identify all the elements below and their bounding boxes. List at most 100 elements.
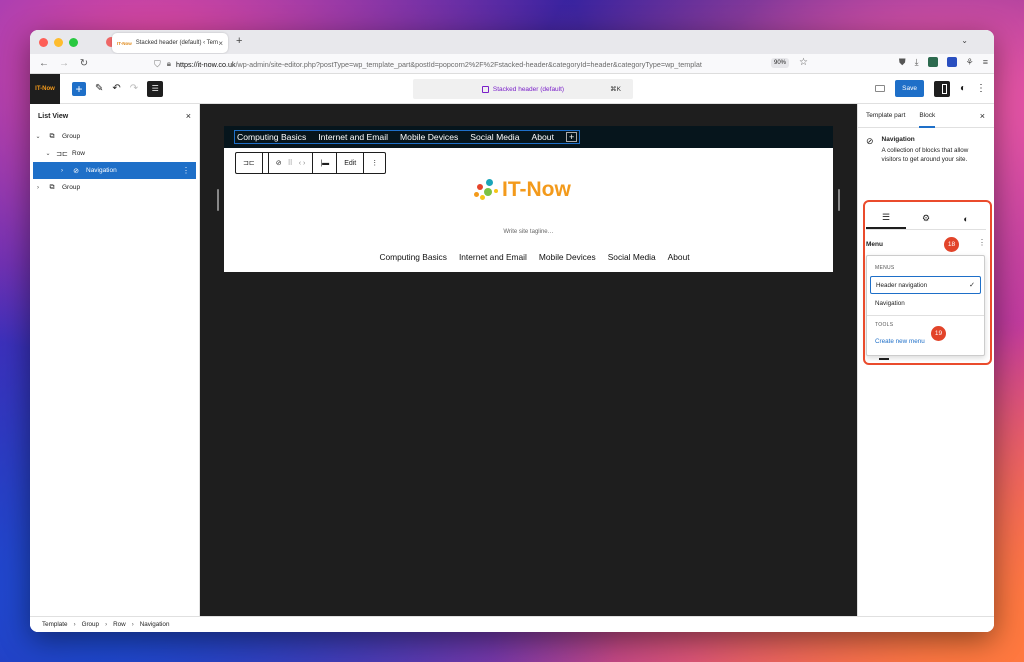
app-menu-icon[interactable]: ≡	[983, 57, 988, 68]
resize-handle-right[interactable]	[838, 189, 840, 211]
site-title[interactable]: IT-Now	[502, 178, 571, 202]
extensions-puzzle-icon[interactable]: ⚘	[966, 57, 974, 68]
minimize-window-button[interactable]	[54, 37, 63, 47]
block-toolbar: ⊐⊏ ⊘ ⠿ ‹ › |▬ Edit ⋮	[235, 152, 387, 174]
list-view-header: List View ×	[30, 104, 199, 128]
pencil-icon[interactable]: ✎	[95, 83, 103, 94]
command-palette-button[interactable]: Stacked header (default) ⌘K	[413, 79, 633, 99]
editor-canvas: Computing Basics Internet and Email Mobi…	[200, 104, 857, 632]
drag-handle-icon[interactable]: ⠿	[288, 159, 293, 167]
extension-icon-2[interactable]	[946, 57, 957, 67]
nav-link[interactable]: Mobile Devices	[539, 252, 596, 262]
navigation-compass-icon: ⊘	[866, 136, 874, 146]
list-item-label: Group	[62, 184, 81, 191]
download-icon[interactable]: ⤓	[915, 57, 919, 68]
styles-half-circle-icon[interactable]: ◐	[960, 83, 966, 94]
breadcrumb-item[interactable]: Group	[82, 621, 100, 628]
save-button[interactable]: Save	[895, 80, 924, 97]
block-description: A collection of blocks that allow visito…	[881, 147, 969, 163]
sidebar-tabs: Template part Block ×	[858, 104, 994, 128]
nav-link[interactable]: Internet and Email	[318, 132, 388, 142]
bottom-navigation: Computing Basics Internet and Email Mobi…	[224, 252, 833, 262]
site-logo[interactable]: IT-Now	[474, 178, 571, 202]
shield-icon[interactable]: ⛉	[154, 59, 161, 70]
list-item-group[interactable]: ⌄ ⧉ Group	[30, 128, 199, 145]
close-window-button[interactable]	[39, 37, 48, 47]
nav-link[interactable]: Computing Basics	[237, 132, 306, 142]
move-arrows-icon[interactable]: ‹ ›	[299, 160, 306, 167]
chevron-right-icon[interactable]: ›	[34, 185, 42, 191]
breadcrumb-item[interactable]: Template	[42, 621, 68, 628]
site-tagline[interactable]: Write site tagline…	[224, 229, 833, 235]
chevron-right-icon: ›	[105, 621, 108, 628]
forward-arrow-icon[interactable]: →	[58, 58, 70, 69]
browser-tab-active[interactable]: IT-Now Stacked header (default) ‹ Tem ×	[112, 33, 228, 53]
reload-icon[interactable]: ↻	[78, 58, 90, 69]
list-item-label: Row	[72, 150, 86, 157]
chevron-right-icon: ›	[73, 621, 76, 628]
list-item-label: Navigation	[86, 167, 117, 174]
nav-link[interactable]: Internet and Email	[459, 252, 527, 262]
chevron-right-icon: ›	[131, 621, 134, 628]
list-view-close-icon[interactable]: ×	[186, 111, 191, 121]
breadcrumb-item[interactable]: Navigation	[140, 621, 170, 628]
block-tools-group: ⊘ ⠿ ‹ ›	[269, 153, 314, 173]
pocket-icon[interactable]: ⛊	[899, 57, 906, 68]
chevron-right-icon[interactable]: ›	[58, 168, 66, 174]
maximize-window-button[interactable]	[69, 37, 78, 47]
new-tab-icon[interactable]: +	[236, 35, 242, 47]
nav-link[interactable]: About	[532, 132, 554, 142]
chevron-down-icon[interactable]: ⌄	[44, 150, 52, 157]
tab-block[interactable]: Block	[919, 104, 936, 128]
edit-button[interactable]: Edit	[337, 153, 365, 173]
list-view-title: List View	[38, 112, 69, 120]
group-block-icon: ⧉	[49, 183, 55, 191]
browser-nav-bar: ← → ↻ ⛉ 🔒︎ https://it-now.co.uk /wp-admi…	[30, 54, 994, 74]
justify-left-icon[interactable]: |▬	[313, 153, 338, 173]
nav-link[interactable]: Mobile Devices	[400, 132, 458, 142]
navigation-compass-icon[interactable]: ⊘	[276, 159, 282, 167]
block-options-icon[interactable]: ⋮	[364, 153, 385, 173]
block-title: Navigation	[881, 136, 915, 143]
parent-row-icon[interactable]: ⊐⊏	[236, 153, 263, 173]
nav-link[interactable]: Computing Basics	[379, 252, 447, 262]
lock-icon[interactable]: 🔒︎	[167, 59, 171, 69]
nav-link[interactable]: Social Media	[470, 132, 519, 142]
site-header-preview: Computing Basics Internet and Email Mobi…	[224, 126, 833, 272]
tab-list-chevron-icon[interactable]: ⌄	[961, 36, 968, 45]
selected-navigation-block[interactable]: Computing Basics Internet and Email Mobi…	[234, 130, 581, 144]
options-dots-icon[interactable]: ⋮	[976, 83, 986, 94]
list-item-group-2[interactable]: › ⧉ Group	[30, 179, 199, 196]
undo-icon[interactable]: ↶	[112, 83, 120, 94]
nav-link[interactable]: About	[668, 252, 690, 262]
nav-link[interactable]: Social Media	[608, 252, 656, 262]
tab-template-part[interactable]: Template part	[866, 104, 905, 128]
list-view-button[interactable]: ☰	[147, 80, 164, 97]
sidebar-close-icon[interactable]: ×	[980, 111, 985, 121]
resize-handle-left[interactable]	[217, 189, 219, 211]
list-item-label: Group	[62, 133, 81, 140]
list-item-row[interactable]: ⌄ ⊐⊏ Row	[30, 145, 199, 162]
settings-sidebar: Template part Block × ⊘ Navigation A col…	[857, 104, 994, 632]
bookmark-star-icon[interactable]: ☆	[799, 57, 808, 68]
row-options-icon[interactable]: ⋮	[182, 166, 190, 175]
add-nav-item-icon[interactable]: +	[565, 132, 578, 142]
editor-header: IT-Now + ✎ ↶ ↷ ☰ Stacked header (default…	[30, 73, 994, 104]
site-logo-button[interactable]: IT-Now	[30, 73, 60, 104]
extension-icon[interactable]	[927, 57, 938, 67]
address-bar[interactable]: ⛉ 🔒︎ https://it-now.co.uk /wp-admin/site…	[150, 56, 802, 72]
add-block-button[interactable]: +	[72, 81, 86, 96]
shortcut-hint: ⌘K	[610, 86, 621, 93]
zoom-level-badge[interactable]: 90%	[771, 58, 790, 68]
tab-close-icon[interactable]: ×	[218, 39, 223, 48]
template-part-icon	[481, 85, 489, 93]
redo-icon[interactable]: ↷	[130, 83, 138, 94]
settings-toggle-button[interactable]	[933, 80, 950, 97]
back-arrow-icon[interactable]: ←	[38, 58, 50, 69]
breadcrumb: Template › Group › Row › Navigation	[30, 616, 994, 632]
breadcrumb-item[interactable]: Row	[113, 621, 126, 628]
device-preview-icon[interactable]	[875, 85, 886, 92]
chevron-down-icon[interactable]: ⌄	[34, 133, 42, 140]
toolbar-extensions: ⛊ ⤓ ⚘ ≡	[899, 57, 988, 68]
list-item-navigation[interactable]: › ⊘ Navigation ⋮	[33, 162, 196, 179]
